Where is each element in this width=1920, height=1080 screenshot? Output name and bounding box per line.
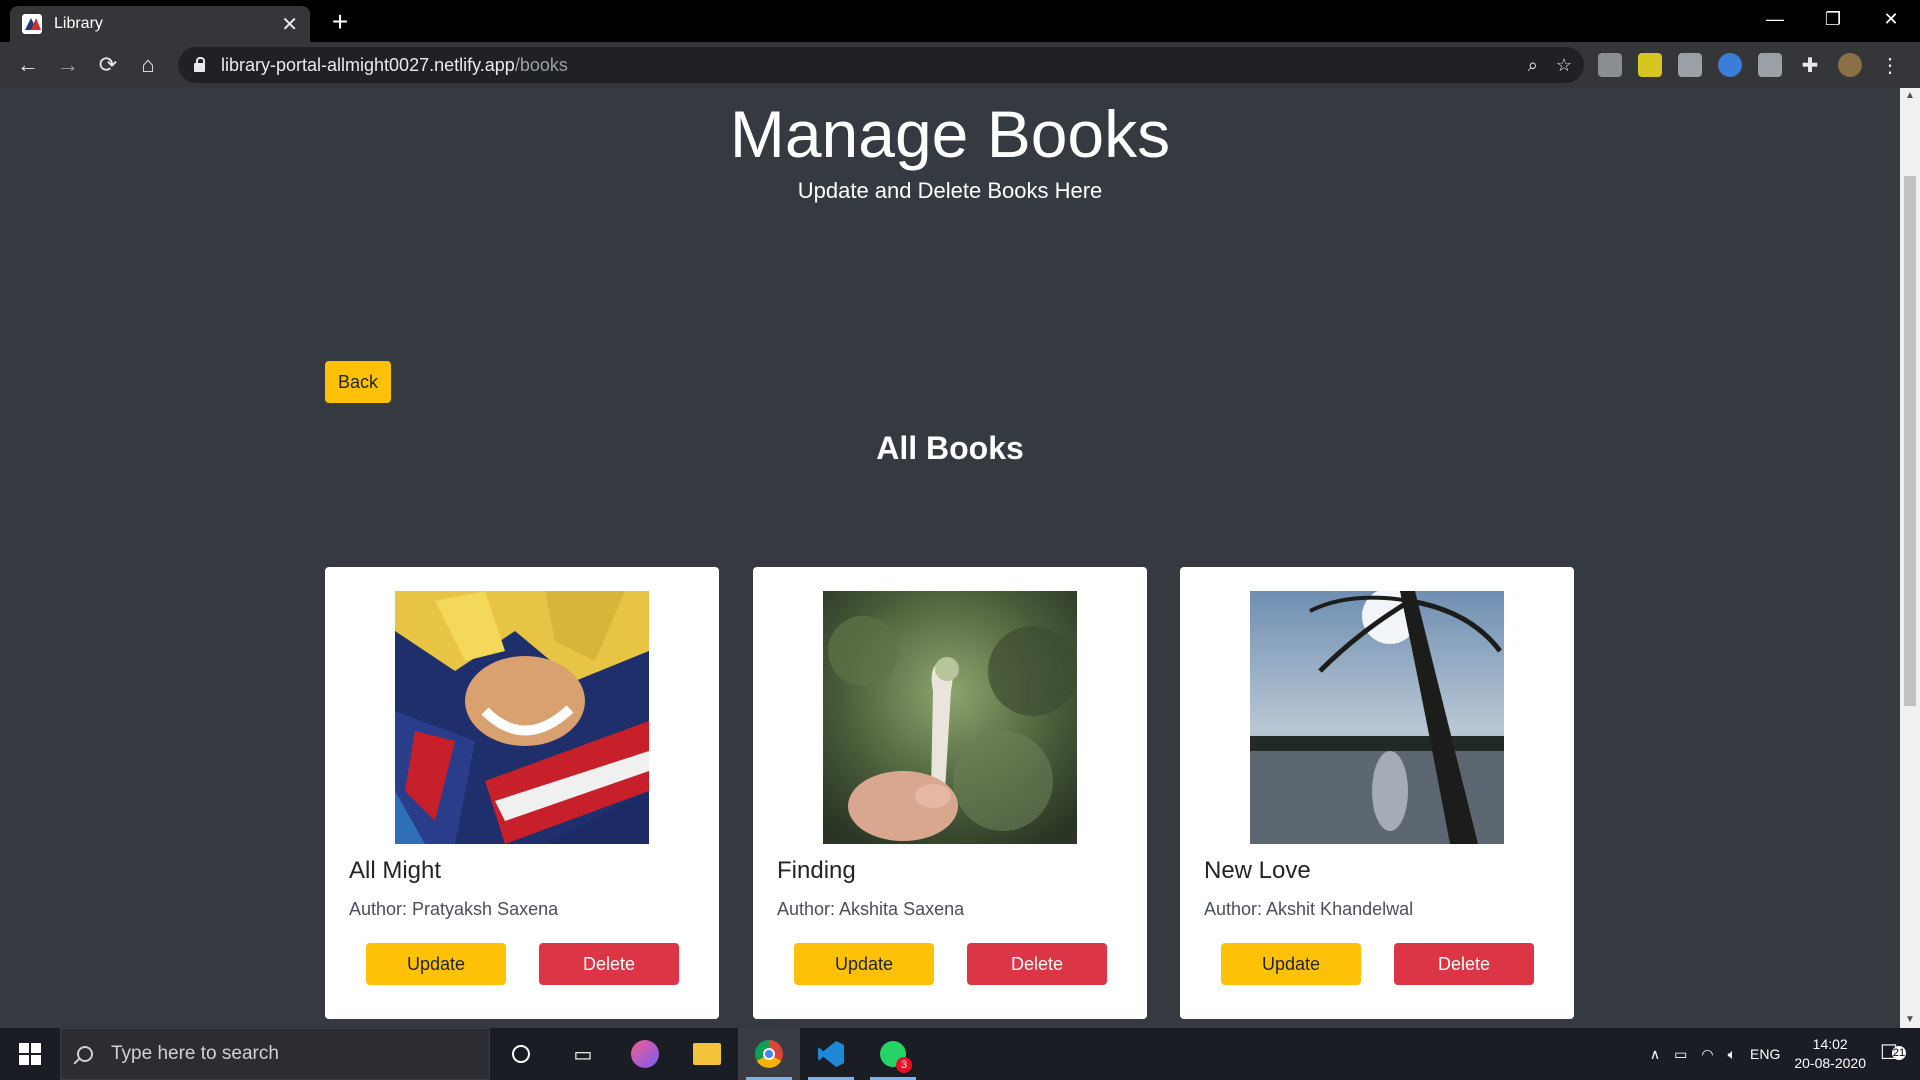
menu-kebab-icon[interactable]: ⋮ [1878,53,1902,77]
url-host: library-portal-allmight0027.netlify.app [221,54,515,75]
section-title: All Books [876,430,1024,466]
back-button[interactable]: Back [325,361,391,403]
clock[interactable]: 14:02 20-08-2020 [1794,1035,1866,1073]
home-icon[interactable]: ⌂ [128,45,168,85]
zoom-icon[interactable]: ⌕ [1528,55,1538,76]
page-content: Manage Books Update and Delete Books Her… [0,88,1900,1028]
minimize-button[interactable]: — [1746,0,1804,38]
book-cover-image [1250,591,1504,844]
clock-time: 14:02 [1812,1036,1848,1052]
book-title: All Might [349,857,442,884]
page-title: Manage Books [729,97,1171,171]
windows-taskbar: Type here to search ▭ 3 ∧ ▭ ◠ 🔈︎ ENG 14:… [0,1028,1920,1080]
new-tab-button[interactable]: + [324,6,356,38]
tab-title: Library [54,15,103,32]
page-scrollbar[interactable]: ▲ ▼ [1900,88,1920,1028]
puzzle-extensions-icon[interactable]: ✚ [1798,53,1822,77]
show-hidden-icons-icon[interactable]: ∧ [1650,1046,1660,1063]
task-view-icon[interactable]: ▭ [552,1028,614,1080]
search-placeholder: Type here to search [111,1043,279,1064]
cortana-icon[interactable] [490,1028,552,1080]
update-button[interactable]: Update [794,943,934,985]
bookmark-star-icon[interactable]: ☆ [1556,55,1572,76]
address-bar[interactable]: library-portal-allmight0027.netlify.app /… [178,47,1584,83]
windows-logo-icon [19,1043,41,1065]
extension-4-icon[interactable] [1718,53,1742,77]
book-cover-image [823,591,1077,844]
restore-button[interactable]: ❐ [1804,0,1862,38]
extension-3-icon[interactable] [1678,53,1702,77]
window-controls: — ❐ ✕ [1746,0,1920,38]
language-indicator[interactable]: ENG [1750,1046,1780,1062]
battery-icon[interactable]: ▭ [1674,1046,1687,1063]
scroll-up-arrow-icon[interactable]: ▲ [1900,88,1920,104]
browser-tab[interactable]: Library ✕ [10,6,310,42]
book-author: Author: Akshit Khandelwal [1204,899,1414,919]
vscode-icon[interactable] [800,1028,862,1080]
back-nav-icon[interactable]: ← [8,45,48,85]
library-favicon-icon [22,14,42,34]
search-icon [77,1046,93,1062]
extension-5-icon[interactable] [1758,53,1782,77]
book-card: Finding Author: Akshita Saxena Update De… [753,567,1147,1019]
notification-count: 21 [1892,1046,1906,1060]
whatsapp-icon[interactable]: 3 [862,1028,924,1080]
start-button[interactable] [0,1028,60,1080]
system-tray: ∧ ▭ ◠ 🔈︎ ENG 14:02 20-08-2020 ☐ 21 [1650,1028,1920,1080]
update-button[interactable]: Update [366,943,506,985]
page-subtitle: Update and Delete Books Here [797,178,1103,203]
book-card: All Might Author: Pratyaksh Saxena Updat… [325,567,719,1019]
book-author: Author: Pratyaksh Saxena [349,899,559,919]
wifi-icon[interactable]: ◠ [1701,1046,1713,1063]
book-card: New Love Author: Akshit Khandelwal Updat… [1180,567,1574,1019]
file-explorer-icon[interactable] [676,1028,738,1080]
lock-icon [194,56,205,72]
book-title: New Love [1204,857,1311,884]
whatsapp-badge: 3 [896,1057,912,1073]
extension-2-icon[interactable] [1638,53,1662,77]
close-tab-icon[interactable]: ✕ [281,12,298,37]
browser-tabstrip: Library ✕ + — ❐ ✕ [0,0,1920,42]
close-window-button[interactable]: ✕ [1862,0,1920,38]
scroll-down-arrow-icon[interactable]: ▼ [1900,1012,1920,1028]
profile-avatar[interactable] [1838,53,1862,77]
extension-1-icon[interactable] [1598,53,1622,77]
url-path: /books [514,54,568,75]
browser-toolbar: ← → ⟳ ⌂ library-portal-allmight0027.netl… [0,42,1920,88]
book-author: Author: Akshita Saxena [777,899,965,919]
notifications-icon[interactable]: ☐ 21 [1880,1040,1908,1068]
extensions-area: ✚ ⋮ [1598,42,1902,88]
forward-nav-icon[interactable]: → [48,45,88,85]
volume-icon[interactable]: 🔈︎ [1728,1046,1736,1063]
clock-date: 20-08-2020 [1794,1055,1866,1071]
delete-button[interactable]: Delete [967,943,1107,985]
itunes-icon[interactable] [614,1028,676,1080]
taskbar-search[interactable]: Type here to search [60,1028,490,1080]
delete-button[interactable]: Delete [539,943,679,985]
update-button[interactable]: Update [1221,943,1361,985]
reload-icon[interactable]: ⟳ [88,45,128,85]
chrome-icon[interactable] [738,1028,800,1080]
scroll-thumb[interactable] [1904,176,1916,706]
book-cover-image [395,591,649,844]
book-title: Finding [777,857,856,884]
delete-button[interactable]: Delete [1394,943,1534,985]
